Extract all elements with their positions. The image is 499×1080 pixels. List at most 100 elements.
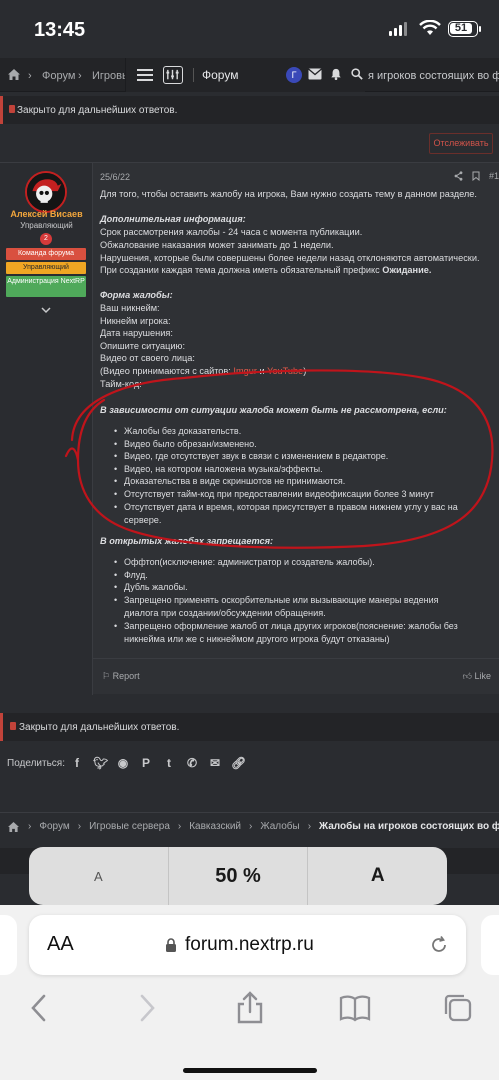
like-button[interactable]: 👍︎ Like: [463, 671, 491, 682]
zoom-control: A 50 % A: [29, 847, 447, 905]
share-icon[interactable]: [454, 171, 463, 181]
previous-tab-preview[interactable]: [0, 915, 17, 975]
breadcrumb-current[interactable]: я игроков состоящих во фрак: [368, 70, 499, 82]
avatar[interactable]: [25, 171, 67, 213]
nav-forum-label[interactable]: Форум: [193, 68, 238, 82]
mail-icon[interactable]: [308, 68, 322, 80]
clock: 13:45: [34, 19, 86, 41]
zoom-level[interactable]: 50 %: [167, 847, 308, 905]
lock-icon: [10, 722, 16, 730]
post-date[interactable]: 25/6/22: [100, 172, 130, 182]
search-icon[interactable]: [350, 68, 364, 80]
reject-list: Жалобы без доказательств. Видео было обр…: [114, 425, 458, 513]
tumblr-icon[interactable]: t: [162, 756, 176, 770]
info-line: Нарушения, которые были совершены более …: [100, 253, 480, 263]
address-bar[interactable]: AA forum.nextrp.ru: [29, 915, 466, 975]
list-item-continuation: диалога при создании/обсуждении обращени…: [124, 608, 326, 618]
email-icon[interactable]: ✉: [208, 756, 222, 770]
report-button[interactable]: ⚐ Report: [102, 671, 140, 682]
video-sources-line: (Видео принимаются с сайтов: Imgur и You…: [100, 366, 307, 376]
form-title: Форма жалобы:: [100, 290, 173, 300]
browser-toolbar: AA forum.nextrp.ru: [0, 905, 499, 1080]
forbidden-list: Оффтоп(исключение: администратор и созда…: [114, 556, 439, 606]
menu-icon[interactable]: [137, 66, 153, 84]
list-item-continuation: сервере.: [124, 515, 162, 525]
wifi-icon: [419, 20, 441, 35]
list-item: Оффтоп(исключение: администратор и созда…: [114, 556, 439, 569]
breadcrumb-item[interactable]: Жалобы: [260, 821, 299, 832]
share-label: Поделиться:: [7, 758, 65, 769]
info-line: Обжалование наказания может занимать до …: [100, 240, 334, 250]
book-icon[interactable]: [337, 990, 373, 1026]
list-item: Запрещено оформление жалоб от лица други…: [114, 620, 458, 633]
facebook-icon[interactable]: f: [70, 756, 84, 770]
list-item: Отсутствует дата и время, которая присут…: [114, 501, 458, 514]
zoom-out-button[interactable]: A: [29, 847, 168, 905]
user-info: Алексей Висаев Управляющий 2 Команда фор…: [0, 163, 93, 695]
filter-icon[interactable]: [163, 66, 183, 84]
timecode-line: Тайм-код:: [100, 379, 142, 389]
reload-icon[interactable]: [429, 935, 449, 955]
forbidden-title: В открытых жалобах запрещается:: [100, 536, 274, 546]
list-item: Запрещено применять оскорбительные или в…: [114, 594, 439, 607]
list-item: Доказательства в виде скриншотов не прин…: [114, 475, 458, 488]
list-item: Видео было обрезан/изменено.: [114, 438, 458, 451]
sticky-nav: Форум Г: [125, 58, 365, 92]
page-settings-button[interactable]: AA: [47, 933, 74, 956]
breadcrumb-item[interactable]: Форум: [39, 821, 69, 832]
list-item: Отсутствует тайм-код при предоставлении …: [114, 488, 458, 501]
post-tools: #1: [454, 171, 499, 181]
list-item-continuation: никнейма или же с никнеймом другого игро…: [124, 634, 390, 644]
banner-forum-team: Команда форума: [6, 248, 86, 260]
status-bar: 13:45 51: [0, 0, 499, 58]
chevron-down-icon[interactable]: [41, 305, 51, 315]
bookmark-icon[interactable]: [472, 171, 480, 181]
breadcrumb-current[interactable]: Жалобы на игроков состоящих во фрак: [319, 821, 499, 832]
list-item: Дубль жалобы.: [114, 581, 439, 594]
tabs-icon[interactable]: [440, 990, 476, 1026]
list-item: Жалобы без доказательств.: [114, 425, 458, 438]
forward-icon[interactable]: [128, 990, 164, 1026]
post-number[interactable]: #1: [489, 171, 499, 181]
share-icon[interactable]: [232, 990, 268, 1026]
form-line: Дата нарушения:: [100, 328, 173, 338]
bell-icon[interactable]: [329, 68, 343, 80]
back-icon[interactable]: [22, 990, 58, 1026]
link-icon[interactable]: 🔗︎: [231, 756, 246, 770]
forbidden-list: Запрещено оформление жалоб от лица други…: [114, 620, 458, 633]
breadcrumb-item[interactable]: Игровые сервера: [89, 821, 170, 832]
form-line: Ваш никнейм:: [100, 303, 160, 313]
battery-icon: 51: [448, 21, 478, 37]
breadcrumb-bottom: › Форум › Игровые сервера › Кавказский ›…: [0, 812, 499, 840]
username[interactable]: Алексей Висаев: [0, 209, 93, 219]
next-tab-preview[interactable]: [481, 915, 499, 975]
user-title: Управляющий: [20, 221, 73, 230]
imgur-link[interactable]: Imgur: [233, 366, 257, 376]
intro-text: Для того, чтобы оставить жалобу на игрок…: [100, 189, 477, 199]
breadcrumb-servers[interactable]: Игровь: [92, 70, 128, 82]
breadcrumb-item[interactable]: Кавказский: [189, 821, 241, 832]
battery-level: 51: [450, 23, 472, 34]
locked-notice-bottom: Закрыто для дальнейших ответов.: [0, 713, 499, 741]
share-bar: Поделиться: f 🐦︎ ◉ P t ✆ ✉ 🔗︎: [0, 752, 499, 778]
form-line: Никнейм игрока:: [100, 316, 171, 326]
post: Алексей Висаев Управляющий 2 Команда фор…: [0, 162, 499, 695]
locked-notice: Закрыто для дальнейших ответов.: [0, 96, 499, 124]
banner-manager: Управляющий: [6, 262, 86, 274]
post-footer: ⚐ Report 👍︎ Like: [93, 658, 499, 695]
breadcrumb-forum[interactable]: Форум: [42, 70, 75, 82]
avatar[interactable]: Г: [286, 67, 302, 83]
pinterest-icon[interactable]: P: [139, 756, 153, 770]
whatsapp-icon[interactable]: ✆: [185, 756, 199, 770]
zoom-in-button[interactable]: A: [307, 847, 447, 905]
signal-icon: [389, 22, 407, 36]
banner-administration: Администрация NextRP: [6, 276, 86, 297]
home-icon[interactable]: [8, 69, 20, 80]
youtube-link[interactable]: YouTube: [267, 366, 303, 376]
twitter-icon[interactable]: 🐦︎: [93, 756, 108, 770]
reddit-icon[interactable]: ◉: [116, 756, 130, 770]
form-line: Видео от своего лица:: [100, 353, 195, 363]
watch-button[interactable]: Отслеживать: [429, 133, 493, 154]
url-text[interactable]: forum.nextrp.ru: [185, 934, 314, 956]
home-icon[interactable]: [8, 822, 19, 832]
